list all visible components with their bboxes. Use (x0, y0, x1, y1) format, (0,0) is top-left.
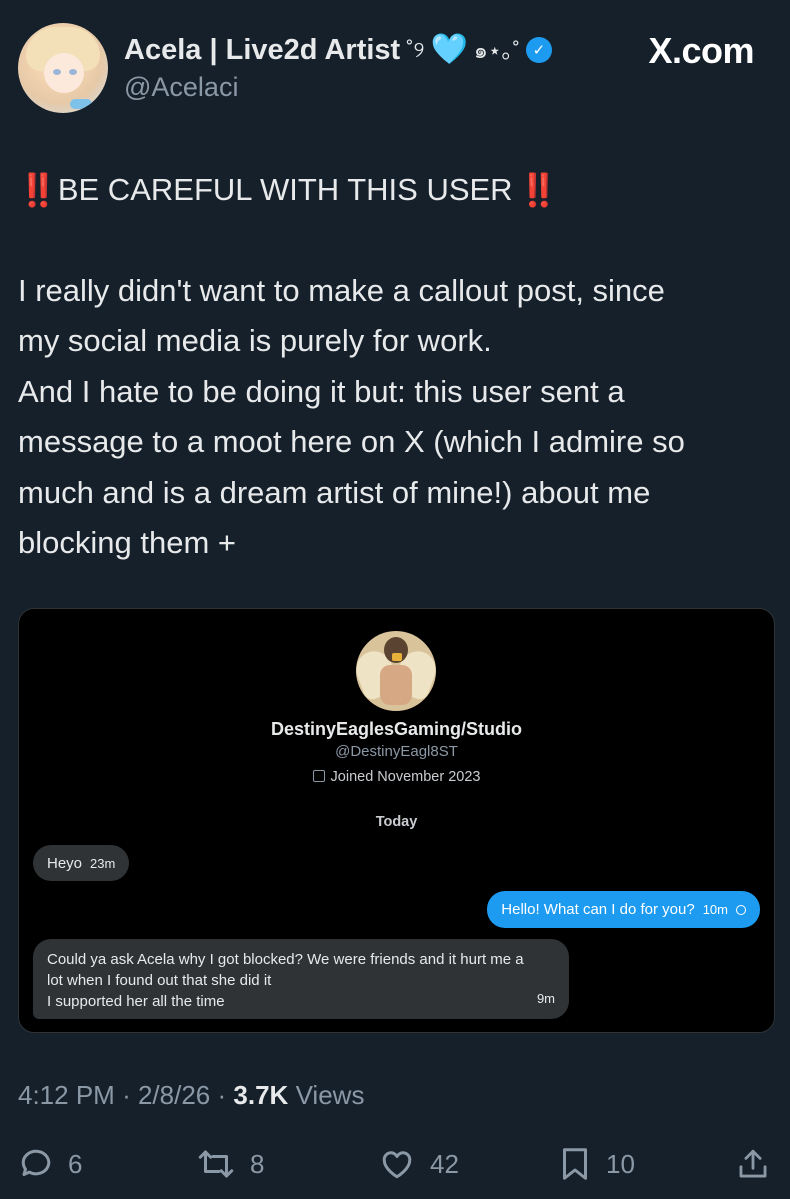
verified-badge-icon[interactable]: ✓ (525, 37, 552, 63)
name-decoration-left: ˚୨ (406, 37, 425, 62)
share-button[interactable] (736, 1138, 770, 1190)
dm-message-text: Heyo (47, 854, 83, 872)
repost-count: 8 (250, 1148, 265, 1179)
repost-button[interactable]: 8 (196, 1138, 264, 1190)
tweet-meta: 4:12 PM · 2/8/26 · 3.7K Views (18, 1080, 364, 1111)
dm-message-incoming: Could ya ask Acela why I got blocked? We… (33, 939, 569, 1019)
author-display-name[interactable]: Acela | Live2d Artist (124, 34, 400, 67)
repost-icon (198, 1150, 234, 1178)
warning-text: BE CAREFUL WITH THIS USER (57, 172, 513, 207)
tweet-header: Acela | Live2d Artist ˚୨ 🩵 ๑⋆｡˚ ✓ @Acela… (0, 0, 790, 130)
reply-icon (21, 1149, 51, 1176)
views-count: 3.7K (233, 1080, 289, 1110)
dm-message-time: 10m (702, 902, 728, 917)
reply-count: 6 (68, 1148, 83, 1179)
dm-message-time: 23m (90, 855, 116, 871)
meta-separator: · (217, 1080, 227, 1110)
double-exclamation-icon: ‼️ (18, 172, 58, 208)
bookmark-button[interactable]: 10 (558, 1138, 635, 1190)
tweet-date[interactable]: 2/8/26 (138, 1080, 210, 1110)
tweet-actions: 6 8 42 10 (0, 1138, 790, 1190)
dm-joined-date: Joined November 2023 (19, 769, 774, 785)
dm-day-divider: Today (375, 814, 418, 830)
like-count: 42 (430, 1148, 459, 1179)
tweet-body-line: I really didn't want to make a callout p… (18, 272, 665, 308)
author-avatar[interactable] (18, 23, 108, 113)
bookmark-icon (563, 1148, 587, 1180)
dm-message-text: Hello! What can I do for you? (501, 901, 695, 918)
tweet-body-line: And I hate to be doing it but: this user… (18, 373, 625, 409)
heart-outline-icon (382, 1151, 412, 1179)
calendar-icon (312, 770, 325, 782)
bookmark-count: 10 (606, 1148, 635, 1179)
brand-watermark: X.com (648, 30, 754, 71)
dm-message-line: lot when I found out that she did it (47, 972, 272, 989)
dm-joined-text: Joined November 2023 (330, 769, 481, 785)
like-button[interactable]: 42 (378, 1138, 459, 1190)
views-label: Views (295, 1080, 365, 1110)
tweet-body-line: much and is a dream artist of mine!) abo… (18, 474, 651, 510)
dm-profile-handle: @DestinyEagl8ST (335, 743, 458, 760)
tweet-body-line: blocking them + (18, 525, 236, 560)
heart-emoji-icon: 🩵 (430, 33, 468, 66)
meta-separator: · (122, 1080, 131, 1110)
tweet-body-line: message to a moot here on X (which I adm… (18, 424, 685, 459)
share-icon (739, 1149, 767, 1178)
dm-message-line: I supported her all the time (47, 993, 225, 1010)
dm-message-incoming: Heyo 23m (33, 845, 130, 881)
dm-message-outgoing: Hello! What can I do for you? 10m (487, 891, 760, 928)
tweet-text: ‼️ BE CAREFUL WITH THIS USER ‼️ I really… (18, 165, 778, 569)
author-name-line[interactable]: Acela | Live2d Artist ˚୨ 🩵 ๑⋆｡˚ ✓ (124, 30, 552, 70)
attached-dm-screenshot[interactable]: DestinyEaglesGaming/Studio @DestinyEagl8… (18, 608, 775, 1033)
tweet-time[interactable]: 4:12 PM (18, 1080, 115, 1110)
dm-message-line: Could ya ask Acela why I got blocked? We… (47, 951, 524, 968)
dm-profile-avatar (356, 631, 436, 711)
dm-profile-name: DestinyEaglesGaming/Studio (270, 719, 523, 739)
tweet-body-line: my social media is purely for work. (18, 323, 492, 358)
sent-check-icon (736, 904, 746, 915)
dm-message-time: 9m (536, 991, 555, 1006)
double-exclamation-icon: ‼️ (518, 172, 559, 208)
name-decoration-right: ๑⋆｡˚ (473, 37, 520, 63)
warning-line: ‼️ BE CAREFUL WITH THIS USER ‼️ (18, 165, 778, 216)
author-handle[interactable]: @Acelaci (124, 72, 238, 103)
reply-button[interactable]: 6 (18, 1138, 82, 1190)
